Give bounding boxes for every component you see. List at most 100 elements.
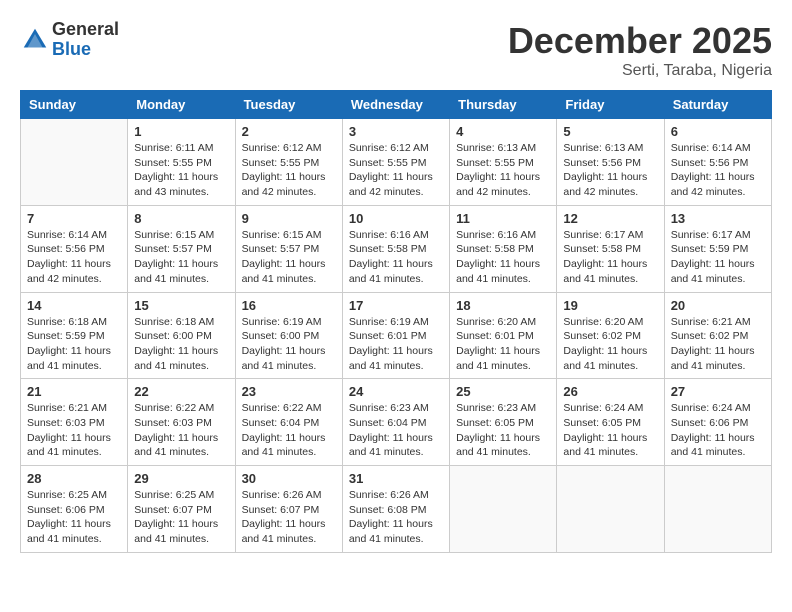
- calendar-cell: [664, 466, 771, 553]
- logo-text: General Blue: [52, 20, 119, 60]
- day-info: Sunrise: 6:16 AM Sunset: 5:58 PM Dayligh…: [349, 228, 443, 287]
- day-number: 17: [349, 298, 443, 313]
- day-info: Sunrise: 6:19 AM Sunset: 6:00 PM Dayligh…: [242, 315, 336, 374]
- calendar-table: SundayMondayTuesdayWednesdayThursdayFrid…: [20, 90, 772, 553]
- day-info: Sunrise: 6:14 AM Sunset: 5:56 PM Dayligh…: [27, 228, 121, 287]
- day-number: 22: [134, 384, 228, 399]
- weekday-header-monday: Monday: [128, 91, 235, 119]
- month-title: December 2025: [508, 20, 772, 62]
- day-number: 18: [456, 298, 550, 313]
- page-header: General Blue December 2025 Serti, Taraba…: [20, 20, 772, 80]
- day-number: 10: [349, 211, 443, 226]
- day-info: Sunrise: 6:16 AM Sunset: 5:58 PM Dayligh…: [456, 228, 550, 287]
- calendar-cell: 13 Sunrise: 6:17 AM Sunset: 5:59 PM Dayli…: [664, 205, 771, 292]
- day-number: 23: [242, 384, 336, 399]
- calendar-cell: 4 Sunrise: 6:13 AM Sunset: 5:55 PM Daylig…: [450, 119, 557, 206]
- day-info: Sunrise: 6:26 AM Sunset: 6:07 PM Dayligh…: [242, 488, 336, 547]
- calendar-cell: 16 Sunrise: 6:19 AM Sunset: 6:00 PM Dayli…: [235, 292, 342, 379]
- calendar-cell: 17 Sunrise: 6:19 AM Sunset: 6:01 PM Dayli…: [342, 292, 449, 379]
- calendar-cell: 12 Sunrise: 6:17 AM Sunset: 5:58 PM Dayli…: [557, 205, 664, 292]
- logo: General Blue: [20, 20, 119, 60]
- day-info: Sunrise: 6:17 AM Sunset: 5:59 PM Dayligh…: [671, 228, 765, 287]
- calendar-cell: 1 Sunrise: 6:11 AM Sunset: 5:55 PM Daylig…: [128, 119, 235, 206]
- calendar-cell: 27Sunrise: 6:24 AM Sunset: 6:06 PM Dayli…: [664, 379, 771, 466]
- calendar-cell: 10 Sunrise: 6:16 AM Sunset: 5:58 PM Dayli…: [342, 205, 449, 292]
- calendar-cell: 2Sunrise: 6:12 AM Sunset: 5:55 PM Daylig…: [235, 119, 342, 206]
- calendar-cell: 18 Sunrise: 6:20 AM Sunset: 6:01 PM Dayli…: [450, 292, 557, 379]
- day-info: Sunrise: 6:21 AM Sunset: 6:03 PM Dayligh…: [27, 401, 121, 460]
- calendar-cell: 23 Sunrise: 6:22 AM Sunset: 6:04 PM Dayli…: [235, 379, 342, 466]
- day-info: Sunrise: 6:22 AM Sunset: 6:04 PM Dayligh…: [242, 401, 336, 460]
- calendar-cell: [21, 119, 128, 206]
- day-number: 1: [134, 124, 228, 139]
- calendar-cell: 25Sunrise: 6:23 AM Sunset: 6:05 PM Dayli…: [450, 379, 557, 466]
- calendar-cell: [557, 466, 664, 553]
- calendar-cell: 20 Sunrise: 6:21 AM Sunset: 6:02 PM Dayli…: [664, 292, 771, 379]
- calendar-cell: 5Sunrise: 6:13 AM Sunset: 5:56 PM Daylig…: [557, 119, 664, 206]
- calendar-cell: 9Sunrise: 6:15 AM Sunset: 5:57 PM Daylig…: [235, 205, 342, 292]
- logo-blue-text: Blue: [52, 40, 119, 60]
- day-number: 21: [27, 384, 121, 399]
- calendar-cell: 31Sunrise: 6:26 AM Sunset: 6:08 PM Dayli…: [342, 466, 449, 553]
- day-info: Sunrise: 6:18 AM Sunset: 5:59 PM Dayligh…: [27, 315, 121, 374]
- day-number: 9: [242, 211, 336, 226]
- logo-general-text: General: [52, 20, 119, 40]
- calendar-week-row: 7 Sunrise: 6:14 AM Sunset: 5:56 PM Daylig…: [21, 205, 772, 292]
- day-number: 8: [134, 211, 228, 226]
- day-number: 14: [27, 298, 121, 313]
- day-info: Sunrise: 6:23 AM Sunset: 6:04 PM Dayligh…: [349, 401, 443, 460]
- weekday-header-row: SundayMondayTuesdayWednesdayThursdayFrid…: [21, 91, 772, 119]
- calendar-week-row: 28Sunrise: 6:25 AM Sunset: 6:06 PM Dayli…: [21, 466, 772, 553]
- calendar-cell: 21 Sunrise: 6:21 AM Sunset: 6:03 PM Dayli…: [21, 379, 128, 466]
- day-number: 3: [349, 124, 443, 139]
- day-info: Sunrise: 6:19 AM Sunset: 6:01 PM Dayligh…: [349, 315, 443, 374]
- calendar-week-row: 14 Sunrise: 6:18 AM Sunset: 5:59 PM Dayli…: [21, 292, 772, 379]
- day-number: 19: [563, 298, 657, 313]
- day-number: 11: [456, 211, 550, 226]
- day-number: 6: [671, 124, 765, 139]
- day-number: 30: [242, 471, 336, 486]
- day-number: 24: [349, 384, 443, 399]
- day-info: Sunrise: 6:24 AM Sunset: 6:05 PM Dayligh…: [563, 401, 657, 460]
- day-info: Sunrise: 6:26 AM Sunset: 6:08 PM Dayligh…: [349, 488, 443, 547]
- day-number: 29: [134, 471, 228, 486]
- weekday-header-sunday: Sunday: [21, 91, 128, 119]
- weekday-header-thursday: Thursday: [450, 91, 557, 119]
- day-info: Sunrise: 6:20 AM Sunset: 6:01 PM Dayligh…: [456, 315, 550, 374]
- day-info: Sunrise: 6:15 AM Sunset: 5:57 PM Dayligh…: [134, 228, 228, 287]
- day-info: Sunrise: 6:22 AM Sunset: 6:03 PM Dayligh…: [134, 401, 228, 460]
- day-info: Sunrise: 6:24 AM Sunset: 6:06 PM Dayligh…: [671, 401, 765, 460]
- day-number: 25: [456, 384, 550, 399]
- day-number: 26: [563, 384, 657, 399]
- day-number: 2: [242, 124, 336, 139]
- calendar-cell: 8 Sunrise: 6:15 AM Sunset: 5:57 PM Daylig…: [128, 205, 235, 292]
- day-number: 16: [242, 298, 336, 313]
- calendar-cell: 11 Sunrise: 6:16 AM Sunset: 5:58 PM Dayli…: [450, 205, 557, 292]
- day-number: 7: [27, 211, 121, 226]
- calendar-cell: 7 Sunrise: 6:14 AM Sunset: 5:56 PM Daylig…: [21, 205, 128, 292]
- day-info: Sunrise: 6:11 AM Sunset: 5:55 PM Dayligh…: [134, 141, 228, 200]
- calendar-cell: 26 Sunrise: 6:24 AM Sunset: 6:05 PM Dayli…: [557, 379, 664, 466]
- weekday-header-friday: Friday: [557, 91, 664, 119]
- weekday-header-saturday: Saturday: [664, 91, 771, 119]
- day-number: 13: [671, 211, 765, 226]
- calendar-week-row: 1 Sunrise: 6:11 AM Sunset: 5:55 PM Daylig…: [21, 119, 772, 206]
- title-area: December 2025 Serti, Taraba, Nigeria: [508, 20, 772, 80]
- day-number: 5: [563, 124, 657, 139]
- day-info: Sunrise: 6:17 AM Sunset: 5:58 PM Dayligh…: [563, 228, 657, 287]
- day-info: Sunrise: 6:14 AM Sunset: 5:56 PM Dayligh…: [671, 141, 765, 200]
- calendar-week-row: 21 Sunrise: 6:21 AM Sunset: 6:03 PM Dayli…: [21, 379, 772, 466]
- day-number: 4: [456, 124, 550, 139]
- day-info: Sunrise: 6:13 AM Sunset: 5:55 PM Dayligh…: [456, 141, 550, 200]
- day-number: 12: [563, 211, 657, 226]
- day-info: Sunrise: 6:25 AM Sunset: 6:07 PM Dayligh…: [134, 488, 228, 547]
- day-info: Sunrise: 6:21 AM Sunset: 6:02 PM Dayligh…: [671, 315, 765, 374]
- day-number: 20: [671, 298, 765, 313]
- day-info: Sunrise: 6:25 AM Sunset: 6:06 PM Dayligh…: [27, 488, 121, 547]
- day-info: Sunrise: 6:18 AM Sunset: 6:00 PM Dayligh…: [134, 315, 228, 374]
- calendar-cell: 28Sunrise: 6:25 AM Sunset: 6:06 PM Dayli…: [21, 466, 128, 553]
- calendar-body: 1 Sunrise: 6:11 AM Sunset: 5:55 PM Daylig…: [21, 119, 772, 553]
- logo-icon: [20, 25, 50, 55]
- calendar-cell: 14 Sunrise: 6:18 AM Sunset: 5:59 PM Dayli…: [21, 292, 128, 379]
- weekday-header-wednesday: Wednesday: [342, 91, 449, 119]
